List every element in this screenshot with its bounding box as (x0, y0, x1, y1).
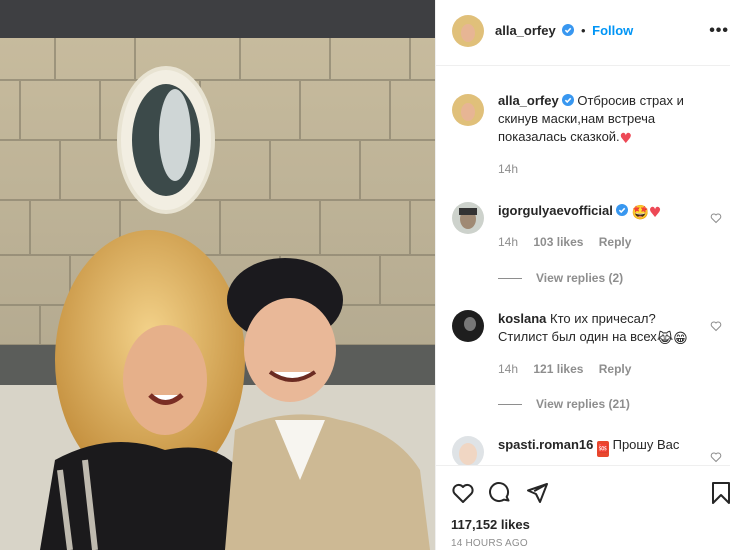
author-avatar-small[interactable] (452, 94, 484, 126)
like-comment-icon[interactable] (710, 451, 722, 463)
comment-icon[interactable] (488, 481, 512, 505)
photo-image (0, 0, 435, 550)
post-actions: 117,152 likes 14 HOURS AGO (436, 465, 730, 550)
reply-button[interactable]: Reply (599, 362, 632, 376)
bookmark-icon[interactable] (710, 481, 730, 505)
comment-time[interactable]: 14h (498, 235, 518, 249)
caption-time[interactable]: 14h (498, 162, 518, 176)
commenter-avatar[interactable] (452, 310, 484, 342)
sos-emoji: 🆘 (597, 441, 609, 457)
comment-likes[interactable]: 121 likes (533, 362, 583, 376)
follow-button[interactable]: Follow (592, 23, 633, 38)
commenter-avatar[interactable] (452, 202, 484, 234)
author-username[interactable]: alla_orfey (495, 23, 556, 38)
view-replies-button[interactable]: View replies (21) (498, 397, 630, 411)
caption: alla_orfey Отбросив страх и скинув маски… (451, 92, 726, 182)
comment-emoji: 🤩♥ (631, 205, 662, 221)
red-heart-emoji: ♥ (619, 131, 633, 147)
heart-outline-icon[interactable] (451, 481, 475, 505)
separator-dot: • (580, 23, 586, 38)
post-side-panel: alla_orfey • Follow ••• alla_orfey Отбро… (435, 0, 730, 550)
comments-list[interactable]: alla_orfey Отбросив страх и скинув маски… (436, 67, 730, 465)
comment-username[interactable]: koslana (498, 311, 546, 326)
comment-username[interactable]: spasti.roman16 (498, 437, 593, 452)
view-replies-button[interactable]: View replies (2) (498, 271, 623, 285)
likes-count[interactable]: 117,152 likes (451, 517, 530, 532)
verified-icon (615, 204, 628, 216)
paper-plane-icon[interactable] (525, 481, 549, 505)
commenter-avatar[interactable] (452, 436, 484, 465)
comment-username[interactable]: igorgulyaevofficial (498, 203, 613, 218)
comment-time[interactable]: 14h (498, 362, 518, 376)
comment-item: koslana Кто их причесал? Стилист был оди… (451, 310, 726, 420)
comment-likes[interactable]: 103 likes (533, 235, 583, 249)
comment-emoji: 😹😁 (656, 331, 688, 347)
more-options-button[interactable]: ••• (709, 22, 729, 40)
verified-icon (561, 94, 574, 106)
comment-meta: 14h 121 likes Reply (498, 362, 643, 376)
caption-username[interactable]: alla_orfey (498, 93, 559, 108)
replies-line (498, 404, 522, 406)
view-replies-label: View replies (2) (536, 271, 624, 285)
verified-icon (562, 24, 575, 36)
view-replies-label: View replies (21) (536, 397, 630, 411)
replies-line (498, 278, 522, 280)
comment-item: igorgulyaevofficial 🤩♥ 14h 103 likes Rep… (451, 202, 726, 292)
comment-item: spasti.roman16 🆘 Прошу Вас (451, 436, 726, 465)
post-photo[interactable] (0, 0, 435, 550)
like-comment-icon[interactable] (710, 212, 722, 224)
post-header: alla_orfey • Follow ••• (436, 0, 730, 66)
reply-button[interactable]: Reply (599, 235, 632, 249)
comment-meta: 14h 103 likes Reply (498, 235, 643, 249)
post-timestamp[interactable]: 14 HOURS AGO (451, 538, 528, 549)
comment-text: Прошу Вас (612, 437, 680, 452)
author-avatar[interactable] (452, 15, 484, 47)
caption-meta: 14h (498, 162, 530, 176)
like-comment-icon[interactable] (710, 320, 722, 332)
